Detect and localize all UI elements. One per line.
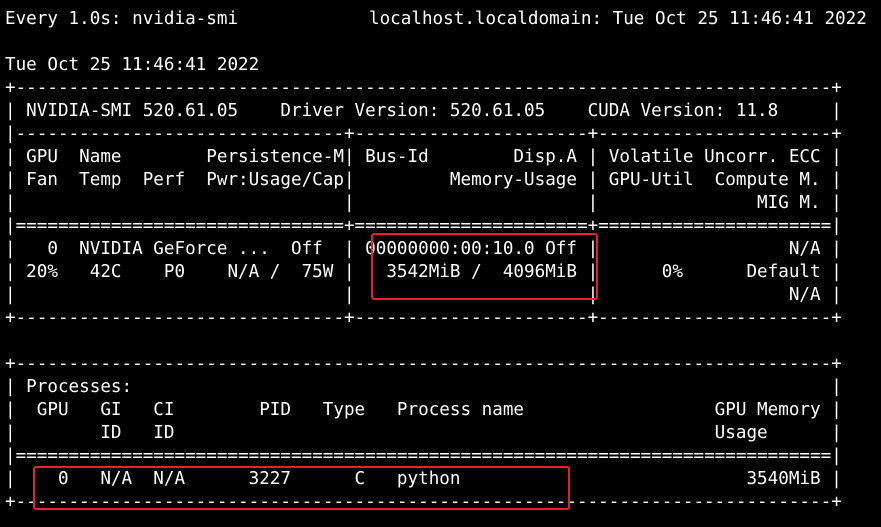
watch-command: Every 1.0s: nvidia-smi [5, 9, 239, 29]
table-border-bottom: +-------------------------------+-------… [5, 308, 842, 328]
highlight-process-row [33, 466, 570, 510]
table-border-top: +---------------------------------------… [5, 78, 842, 98]
table-separator: |-------------------------------+-------… [5, 124, 842, 144]
processes-double-separator: |=======================================… [5, 446, 842, 466]
host-timestamp: localhost.localdomain: Tue Oct 25 11:46:… [369, 9, 867, 29]
terminal-window[interactable]: Every 1.0s: nvidia-smi localhost.localdo… [0, 0, 881, 527]
output-timestamp: Tue Oct 25 11:46:41 2022 [5, 55, 260, 75]
smi-version-row: | NVIDIA-SMI 520.61.05 Driver Version: 5… [5, 101, 842, 121]
highlight-memory-usage [371, 233, 598, 300]
processes-header-row-2: | ID ID Usage | [5, 423, 842, 443]
gpu-header-row-3: | | | MIG M. | [5, 193, 842, 213]
processes-title: | Processes: | [5, 377, 842, 397]
processes-border-top: +---------------------------------------… [5, 354, 842, 374]
gpu-header-row-1: | GPU Name Persistence-M| Bus-Id Disp.A … [5, 147, 842, 167]
processes-header-row-1: | GPU GI CI PID Type Process name GPU Me… [5, 400, 842, 420]
gpu-header-row-2: | Fan Temp Perf Pwr:Usage/Cap| Memory-Us… [5, 170, 842, 190]
